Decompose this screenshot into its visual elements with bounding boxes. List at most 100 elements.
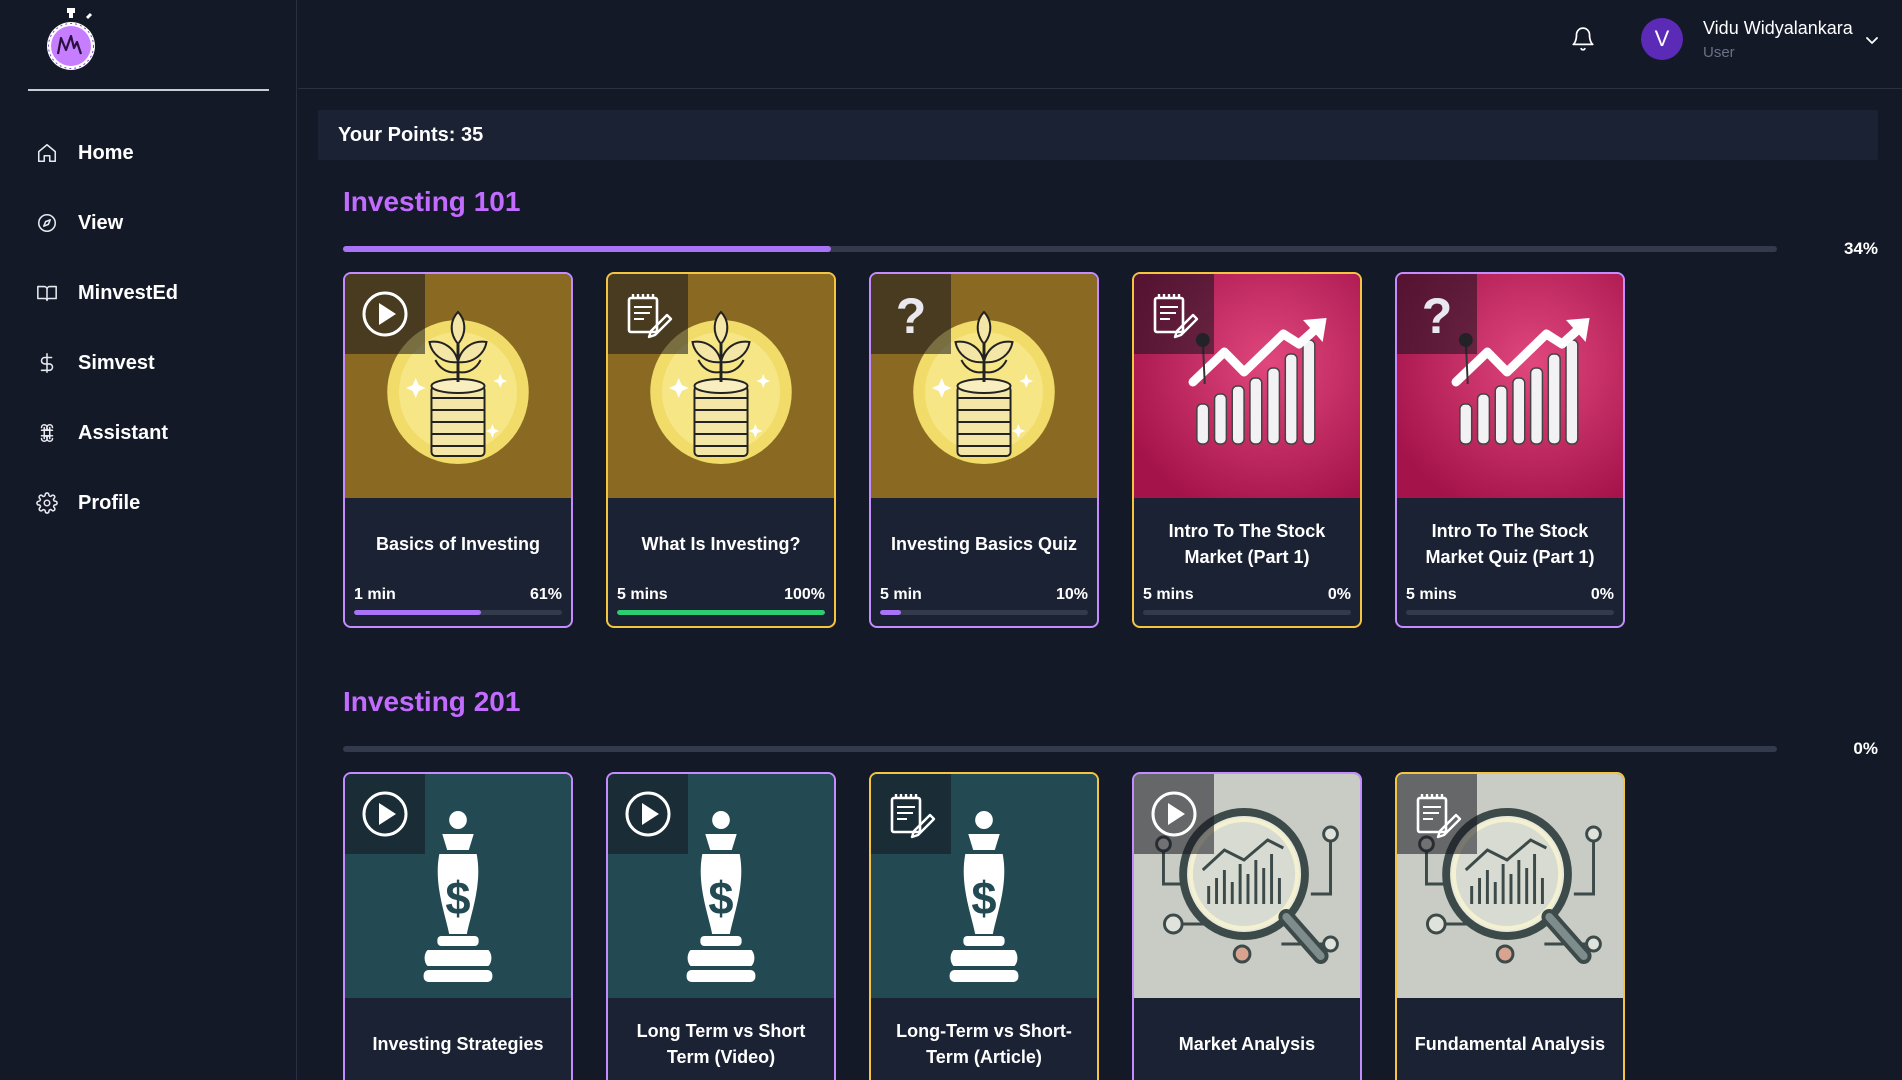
card-progress-label: 10%	[1055, 586, 1088, 603]
sidebar-item-label: Home	[78, 141, 134, 164]
card-title: Intro To The Stock Market (Part 1)	[1168, 521, 1326, 567]
section-title: Investing 101	[343, 186, 521, 217]
course-section: Investing 101 34% Basics of Investing 1 …	[343, 186, 1883, 646]
card-progress-label: 100%	[784, 586, 825, 603]
sidebar-item-minvested[interactable]: MinvestEd	[0, 258, 297, 328]
card-meta: 1 min 61%	[354, 586, 562, 604]
question-mark-icon: ?	[1422, 289, 1453, 339]
notepad-edit-icon	[890, 794, 936, 839]
lesson-type-badge	[345, 274, 425, 354]
lesson-type-badge	[608, 274, 688, 354]
compass-icon	[37, 213, 57, 233]
card-progress-label: 0%	[1327, 586, 1351, 603]
card-progress-bar	[880, 610, 1088, 615]
lesson-type-badge	[1134, 774, 1214, 854]
bell-icon[interactable]	[1570, 26, 1596, 52]
card-thumbnail: ?	[1397, 274, 1623, 498]
home-icon	[37, 143, 57, 163]
card-title: Basics of Investing	[375, 534, 541, 554]
lesson-card[interactable]: $ Investing Strategies	[343, 772, 573, 1080]
card-thumbnail	[1134, 274, 1360, 498]
section-progress-fill	[343, 246, 831, 252]
lesson-type-badge: ?	[1397, 274, 1477, 354]
card-thumbnail	[1397, 774, 1623, 998]
section-title: Investing 201	[343, 686, 521, 717]
sidebar-item-label: Simvest	[78, 351, 155, 374]
card-thumbnail	[608, 274, 834, 498]
svg-text:?: ?	[1422, 289, 1453, 339]
card-thumbnail: $	[871, 774, 1097, 998]
sidebar-item-home[interactable]: Home	[0, 118, 297, 188]
sidebar-item-label: Profile	[78, 491, 141, 514]
lesson-card[interactable]: What Is Investing? 5 mins 100%	[606, 272, 836, 628]
points-banner: Your Points: 35	[318, 110, 1878, 160]
course-section: Investing 201 0% $ Investing Strategies	[343, 686, 1883, 1080]
avatar[interactable]: V	[1641, 18, 1683, 60]
lesson-type-badge	[871, 774, 951, 854]
lesson-card[interactable]: Basics of Investing 1 min 61%	[343, 272, 573, 628]
card-progress-bar	[617, 610, 825, 615]
book-icon	[37, 285, 57, 302]
logo-divider	[28, 89, 269, 91]
play-icon	[362, 791, 408, 837]
lesson-card[interactable]: ? Intro To The Stock Market Quiz (Part 1…	[1395, 272, 1625, 628]
lesson-type-badge	[1397, 774, 1477, 854]
sidebar-item-label: MinvestEd	[78, 281, 179, 304]
card-title: What Is Investing?	[641, 534, 801, 554]
card-thumbnail: $	[608, 774, 834, 998]
user-name[interactable]: Vidu Widyalankara	[1703, 18, 1853, 39]
sidebar-item-label: Assistant	[78, 421, 169, 444]
card-title: Market Analysis	[1178, 1034, 1316, 1054]
sidebar-item-simvest[interactable]: Simvest	[0, 328, 297, 398]
notepad-edit-icon	[1153, 294, 1199, 339]
sidebar-item-profile[interactable]: Profile	[0, 468, 297, 538]
card-meta: 5 mins 0%	[1143, 586, 1351, 604]
lesson-card[interactable]: Market Analysis	[1132, 772, 1362, 1080]
card-title: Fundamental Analysis	[1414, 1034, 1606, 1054]
card-progress-label: 61%	[529, 586, 562, 603]
card-thumbnail: $	[345, 774, 571, 998]
card-meta: 5 mins 100%	[617, 586, 825, 604]
card-duration: 5 mins	[617, 586, 668, 603]
notepad-edit-icon	[627, 294, 673, 339]
card-progress-fill	[354, 610, 481, 615]
card-meta: 5 min 10%	[880, 586, 1088, 604]
card-title: Long Term vs Short Term (Video)	[636, 1021, 806, 1067]
card-progress-fill	[617, 610, 825, 615]
lesson-type-badge	[345, 774, 425, 854]
command-icon	[40, 424, 54, 442]
card-progress-fill	[880, 610, 901, 615]
lesson-card[interactable]: Fundamental Analysis	[1395, 772, 1625, 1080]
play-icon	[1151, 791, 1197, 837]
sidebar-item-view[interactable]: View	[0, 188, 297, 258]
card-duration: 5 mins	[1406, 586, 1457, 603]
lesson-card[interactable]: Intro To The Stock Market (Part 1) 5 min…	[1132, 272, 1362, 628]
svg-text:?: ?	[896, 289, 927, 339]
lesson-card[interactable]: ? Investing Basics Quiz 5 min 10%	[869, 272, 1099, 628]
section-progress-bar	[343, 246, 1777, 252]
svg-text:$: $	[708, 873, 733, 924]
card-title: Investing Basics Quiz	[890, 534, 1078, 554]
section-progress-label: 0%	[1853, 739, 1878, 758]
play-icon	[362, 291, 408, 337]
app-root: Home View MinvestEd Simvest Assistant Pr…	[0, 0, 1902, 1080]
card-meta: 5 mins 0%	[1406, 586, 1614, 604]
card-progress-label: 0%	[1590, 586, 1614, 603]
gear-icon	[36, 492, 58, 514]
chevron-down-icon[interactable]	[1864, 32, 1880, 48]
card-title: Investing Strategies	[372, 1034, 544, 1054]
lesson-type-badge: ?	[871, 274, 951, 354]
sidebar-item-label: View	[78, 211, 124, 234]
card-duration: 1 min	[354, 586, 396, 603]
play-icon	[625, 791, 671, 837]
lesson-card[interactable]: $ Long-Term vs Short-Term (Article)	[869, 772, 1099, 1080]
app-logo[interactable]	[43, 8, 99, 72]
user-role: User	[1703, 44, 1735, 61]
lesson-type-badge	[1134, 274, 1214, 354]
notepad-edit-icon	[1416, 794, 1462, 839]
sidebar-item-assistant[interactable]: Assistant	[0, 398, 297, 468]
card-progress-bar	[354, 610, 562, 615]
card-title: Long-Term vs Short-Term (Article)	[896, 1021, 1072, 1067]
section-progress-bar	[343, 746, 1777, 752]
lesson-card[interactable]: $ Long Term vs Short Term (Video)	[606, 772, 836, 1080]
